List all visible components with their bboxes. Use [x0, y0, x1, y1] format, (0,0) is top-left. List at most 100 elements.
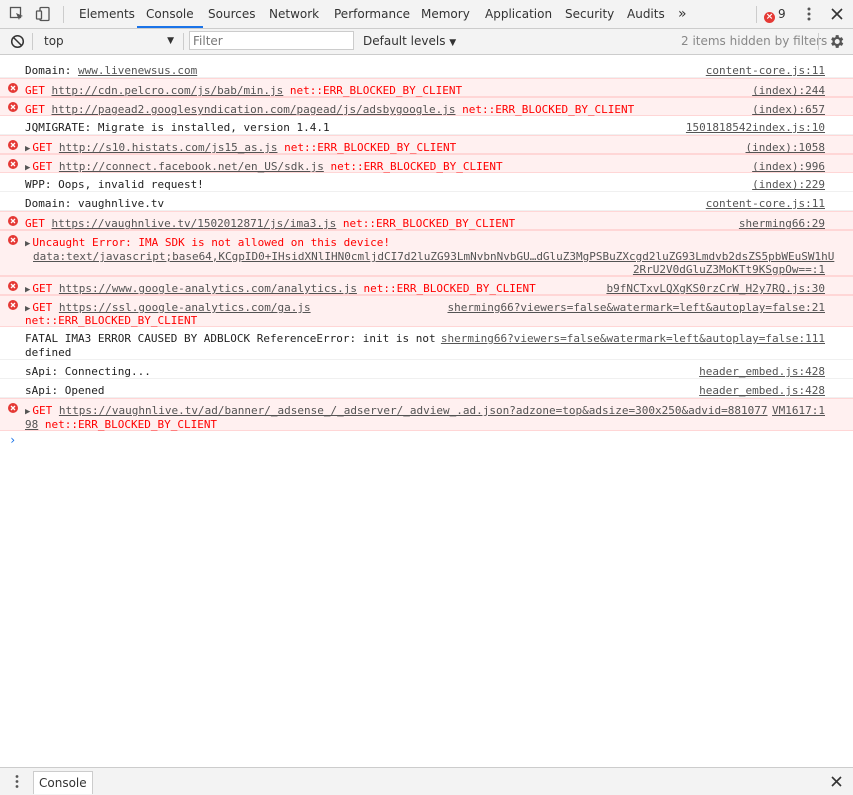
- message-source-link[interactable]: content-core.js:11: [706, 64, 825, 78]
- message-link[interactable]: http://cdn.pelcro.com/js/bab/min.js: [52, 84, 284, 97]
- error-icon: [8, 83, 18, 93]
- chevron-down-icon: ▼: [167, 36, 174, 46]
- separator: [818, 33, 819, 50]
- device-toolbar-icon[interactable]: [35, 6, 51, 22]
- message-source-link[interactable]: b9fNCTxvLQXgKS0rzCrW_H2y7RQ.js:30: [606, 282, 825, 296]
- stack-link[interactable]: data:text/javascript;base64,KCgpID0+IHsi…: [33, 250, 834, 264]
- message-text: sApi: Opened: [25, 384, 105, 397]
- console-error: GET http://pagead2.googlesyndication.com…: [0, 97, 853, 116]
- message-link[interactable]: https://vaughnlive.tv/1502012871/js/ima3…: [52, 217, 337, 230]
- log-levels-dropdown[interactable]: Default levels ▼: [363, 29, 456, 53]
- clear-console-icon[interactable]: [10, 34, 25, 49]
- message-source-link[interactable]: VM1617:1: [772, 404, 825, 418]
- more-tabs-button[interactable]: »: [678, 0, 687, 28]
- devtools-tabbar: Elements Console Sources Network Perform…: [0, 0, 853, 29]
- console-message: Domain: www.livenewsus.com content-core.…: [0, 59, 853, 78]
- message-text: sApi: Connecting...: [25, 365, 151, 378]
- console-error: GET https://vaughnlive.tv/1502012871/js/…: [0, 211, 853, 230]
- error-icon: [8, 159, 18, 169]
- error-icon: [8, 140, 18, 150]
- inspect-element-icon[interactable]: [9, 6, 25, 22]
- message-source-link[interactable]: (index):1058: [746, 141, 825, 155]
- message-source-link[interactable]: content-core.js:11: [706, 197, 825, 211]
- drawer-tab-console[interactable]: Console: [33, 771, 93, 794]
- message-link[interactable]: http://s10.histats.com/js15_as.js: [59, 141, 278, 154]
- error-counter[interactable]: × 9: [764, 0, 786, 28]
- message-link[interactable]: www.livenewsus.com: [78, 64, 197, 77]
- error-count: 9: [778, 7, 786, 21]
- tab-sources[interactable]: Sources: [208, 0, 255, 28]
- console-message: sApi: Connecting... header_embed.js:428: [0, 360, 853, 379]
- log-levels-label: Default levels: [363, 34, 446, 48]
- message-source-link[interactable]: header_embed.js:428: [699, 365, 825, 379]
- error-icon: [8, 216, 18, 226]
- tab-console[interactable]: Console: [137, 0, 203, 28]
- console-message: JQMIGRATE: Migrate is installed, version…: [0, 116, 853, 135]
- tab-network[interactable]: Network: [269, 0, 319, 28]
- message-source-link[interactable]: (index):996: [752, 160, 825, 174]
- message-link[interactable]: http://connect.facebook.net/en_US/sdk.js: [59, 160, 324, 173]
- console-error: ▶ GET http://s10.histats.com/js15_as.js n…: [0, 135, 853, 154]
- tab-elements[interactable]: Elements: [79, 0, 135, 28]
- message-text-continued: defined: [25, 346, 72, 359]
- message-link[interactable]: https://vaughnlive.tv/ad/banner/_adsense…: [59, 404, 768, 417]
- message-source-link-continued[interactable]: 98: [25, 418, 38, 431]
- filter-input[interactable]: [189, 31, 354, 50]
- tab-application[interactable]: Application: [485, 0, 552, 28]
- console-prompt[interactable]: ›: [9, 433, 16, 447]
- message-source-link[interactable]: header_embed.js:428: [699, 384, 825, 398]
- console-error: ▶ GET https://vaughnlive.tv/ad/banner/_ad…: [0, 398, 853, 431]
- message-source-link[interactable]: sherming66?viewers=false&watermark=left&…: [448, 301, 826, 315]
- message-link[interactable]: http://pagead2.googlesyndication.com/pag…: [52, 103, 456, 116]
- gear-icon[interactable]: [828, 33, 845, 50]
- message-source-link[interactable]: sherming66?viewers=false&watermark=left&…: [441, 332, 825, 346]
- message-text: Domain:: [25, 64, 78, 77]
- console-toolbar: top ▼ Default levels ▼ 2 items hidden by…: [0, 29, 853, 55]
- message-source-link[interactable]: (index):244: [752, 84, 825, 98]
- message-source-link[interactable]: (index):229: [752, 178, 825, 192]
- expand-triangle-icon[interactable]: ▶: [25, 239, 30, 249]
- expand-triangle-icon[interactable]: ▶: [25, 285, 30, 295]
- error-icon: ×: [764, 12, 775, 23]
- tab-audits[interactable]: Audits: [627, 0, 665, 28]
- close-drawer-icon[interactable]: [828, 773, 845, 790]
- expand-triangle-icon[interactable]: ▶: [25, 304, 30, 314]
- drawer-bar: Console: [0, 767, 853, 795]
- context-selector[interactable]: top ▼: [37, 30, 180, 52]
- expand-triangle-icon[interactable]: ▶: [25, 144, 30, 154]
- error-icon: [8, 300, 18, 310]
- tab-security[interactable]: Security: [565, 0, 614, 28]
- console-message: WPP: Oops, invalid request! (index):229: [0, 173, 853, 192]
- message-link[interactable]: https://www.google-analytics.com/analyti…: [59, 282, 357, 295]
- error-icon: [8, 235, 18, 245]
- tab-memory[interactable]: Memory: [421, 0, 470, 28]
- message-text: net::ERR_BLOCKED_BY_CLIENT: [25, 314, 198, 327]
- customize-menu-icon[interactable]: [801, 5, 817, 23]
- expand-triangle-icon[interactable]: ▶: [25, 407, 30, 417]
- error-icon: [8, 281, 18, 291]
- console-messages: Domain: www.livenewsus.com content-core.…: [0, 55, 853, 767]
- separator: [183, 33, 184, 50]
- error-icon: [8, 102, 18, 112]
- console-error: ▶ GET http://connect.facebook.net/en_US/s…: [0, 154, 853, 173]
- console-message: Domain: vaughnlive.tv content-core.js:11: [0, 192, 853, 211]
- error-icon: [8, 403, 18, 413]
- separator: [32, 33, 33, 50]
- message-text: Uncaught Error: IMA SDK is not allowed o…: [32, 236, 391, 249]
- message-source-link[interactable]: 1501818542index.js:10: [686, 121, 825, 135]
- tab-performance[interactable]: Performance: [334, 0, 410, 28]
- message-source-link[interactable]: sherming66:29: [739, 217, 825, 231]
- context-value: top: [44, 34, 64, 48]
- message-source-link[interactable]: (index):657: [752, 103, 825, 117]
- message-link[interactable]: https://ssl.google-analytics.com/ga.js: [59, 301, 311, 314]
- stack-link-continued[interactable]: 2RrU2V0dGluZ3MoKTt9KSgpOw==:1: [633, 263, 825, 277]
- drawer-menu-icon[interactable]: [10, 773, 24, 790]
- close-devtools-icon[interactable]: [828, 5, 846, 23]
- message-text: Domain: vaughnlive.tv: [25, 197, 165, 210]
- console-error: ▶ GET https://www.google-analytics.com/an…: [0, 276, 853, 295]
- expand-triangle-icon[interactable]: ▶: [25, 163, 30, 173]
- console-error: ▶ GET https://ssl.google-analytics.com/ga…: [0, 295, 853, 327]
- chevron-down-icon: ▼: [449, 38, 457, 48]
- message-text: FATAL IMA3 ERROR CAUSED BY ADBLOCK Refer…: [25, 332, 436, 345]
- message-text: JQMIGRATE: Migrate is installed, version…: [25, 121, 330, 134]
